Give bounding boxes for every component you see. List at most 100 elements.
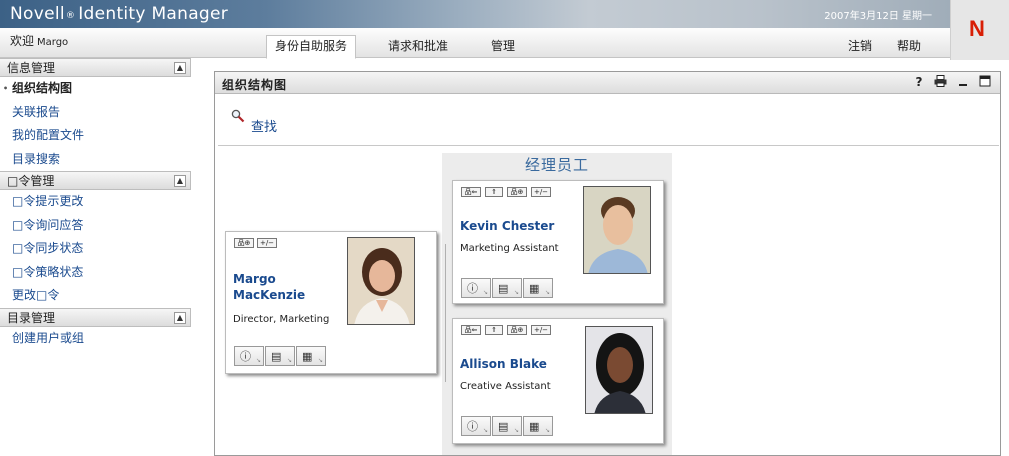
- report-card: 品⇐ ⇑ 品⊕ +/− Kevin Chester Marketing Assi…: [452, 180, 664, 304]
- print-icon[interactable]: [933, 75, 947, 90]
- tab-identity-self-service[interactable]: 身份自助服务: [266, 35, 357, 59]
- app-brand: Novell® Identity Manager: [10, 4, 228, 24]
- report-name[interactable]: Kevin Chester: [460, 218, 554, 234]
- divider: [218, 145, 999, 146]
- show-reports-icon[interactable]: 品⊕: [234, 238, 254, 248]
- sidebar-item-directory-search[interactable]: 目录搜索: [0, 148, 191, 172]
- report-card: 品⇐ ⇑ 品⊕ +/− Allison Blake Creative Assis…: [452, 318, 664, 444]
- submenu-corner-icon: ↘: [482, 289, 488, 296]
- direct-reports-title: 经理员工: [524, 156, 589, 174]
- email-card-icon: ▤: [271, 350, 282, 363]
- show-reports-icon[interactable]: 品⊕: [507, 187, 527, 197]
- info-icon: ⓘ: [467, 420, 478, 433]
- show-manager-icon[interactable]: 品⇐: [461, 187, 481, 197]
- portlet-title: 组织结构图: [222, 78, 288, 92]
- section-title: 目录管理: [7, 310, 56, 325]
- details-button[interactable]: ⓘ ↘: [461, 416, 491, 436]
- manager-card: 品⊕ +/− Margo MacKenzie Director, Marketi…: [225, 231, 437, 374]
- expand-collapse-icon[interactable]: +/−: [531, 325, 551, 335]
- sidebar-item-password-sync-status[interactable]: □令同步状态: [0, 237, 191, 261]
- org-connector-line: [445, 244, 446, 382]
- hierarchy-icon: ▦: [302, 350, 313, 363]
- expand-collapse-icon[interactable]: +/−: [257, 238, 277, 248]
- report-photo: [585, 326, 653, 414]
- sidebar-item-create-user-or-group[interactable]: 创建用户或组: [0, 327, 191, 351]
- submenu-corner-icon: ↘: [255, 357, 261, 364]
- submenu-corner-icon: ↘: [482, 427, 488, 434]
- go-up-icon[interactable]: ⇑: [485, 187, 503, 197]
- submenu-corner-icon: ↘: [544, 427, 550, 434]
- email-button[interactable]: ▤ ↘: [492, 278, 522, 298]
- collapse-icon[interactable]: ▲: [174, 62, 186, 74]
- brand-product: Identity Manager: [78, 4, 229, 24]
- report-photo: [583, 186, 651, 274]
- help-link[interactable]: 帮助: [897, 37, 921, 54]
- tab-administration[interactable]: 管理: [483, 36, 523, 58]
- portlet-titlebar: 组织结构图 ?: [215, 72, 1000, 94]
- report-title: Creative Assistant: [460, 381, 551, 392]
- novell-logo-letter: N: [969, 16, 985, 41]
- email-button[interactable]: ▤ ↘: [265, 346, 295, 366]
- maximize-icon[interactable]: [978, 75, 992, 90]
- email-card-icon: ▤: [498, 282, 509, 295]
- orgchart-actions-button[interactable]: ▦ ↘: [523, 278, 553, 298]
- novell-logo: N: [950, 0, 1009, 60]
- left-sidebar: 信息管理 ▲ 组织结构图 关联报告 我的配置文件 目录搜索 □令管理 ▲ □令提…: [0, 58, 191, 358]
- brand-name: Novell: [10, 4, 65, 24]
- section-title: □令管理: [7, 174, 55, 188]
- brand-registered-mark: ®: [65, 11, 76, 21]
- welcome-text: 欢迎 Margo: [10, 32, 68, 49]
- magnifier-icon: [231, 109, 245, 123]
- search-label: 查找: [251, 120, 278, 135]
- report-title: Marketing Assistant: [460, 243, 559, 254]
- manager-first-name: Margo: [233, 272, 276, 286]
- manager-photo: [347, 237, 415, 325]
- sidebar-item-my-profile[interactable]: 我的配置文件: [0, 124, 191, 148]
- top-banner: Novell® Identity Manager 2007年3月12日 星期一: [0, 0, 950, 28]
- help-icon[interactable]: ?: [912, 75, 926, 90]
- sidebar-section-info-management[interactable]: 信息管理 ▲: [0, 58, 191, 77]
- logout-link[interactable]: 注销: [848, 37, 872, 54]
- submenu-corner-icon: ↘: [513, 427, 519, 434]
- details-button[interactable]: ⓘ ↘: [234, 346, 264, 366]
- minimize-icon[interactable]: [956, 75, 970, 90]
- info-icon: ⓘ: [467, 282, 478, 295]
- submenu-corner-icon: ↘: [544, 289, 550, 296]
- orgchart-actions-button[interactable]: ▦ ↘: [523, 416, 553, 436]
- expand-collapse-icon[interactable]: +/−: [531, 187, 551, 197]
- org-chart-portlet: 组织结构图 ? 查找 经理员工 品⊕ +/− Margo MacKenzie D…: [214, 71, 1001, 456]
- submenu-corner-icon: ↘: [286, 357, 292, 364]
- welcome-username: Margo: [37, 37, 69, 48]
- info-icon: ⓘ: [240, 350, 251, 363]
- navigation-bar: 欢迎 Margo 身份自助服务 请求和批准 管理 注销 帮助: [0, 28, 950, 59]
- sidebar-item-org-chart[interactable]: 组织结构图: [0, 77, 191, 101]
- sidebar-section-password-management[interactable]: □令管理 ▲: [0, 171, 191, 190]
- submenu-corner-icon: ↘: [317, 357, 323, 364]
- sidebar-item-password-challenge[interactable]: □令询问应答: [0, 214, 191, 238]
- collapse-icon[interactable]: ▲: [174, 311, 186, 324]
- orgchart-actions-button[interactable]: ▦ ↘: [296, 346, 326, 366]
- manager-name[interactable]: Margo MacKenzie: [233, 271, 305, 303]
- go-up-icon[interactable]: ⇑: [485, 325, 503, 335]
- tab-requests-approvals[interactable]: 请求和批准: [380, 36, 456, 58]
- report-name[interactable]: Allison Blake: [460, 356, 547, 372]
- collapse-icon[interactable]: ▲: [174, 175, 186, 187]
- hierarchy-icon: ▦: [529, 282, 540, 295]
- email-card-icon: ▤: [498, 420, 509, 433]
- show-reports-icon[interactable]: 品⊕: [507, 325, 527, 335]
- show-manager-icon[interactable]: 品⇐: [461, 325, 481, 335]
- sidebar-item-password-hint-change[interactable]: □令提示更改: [0, 190, 191, 214]
- identity-manager-page: Novell® Identity Manager 2007年3月12日 星期一 N…: [0, 0, 1009, 456]
- manager-last-name: MacKenzie: [233, 288, 306, 302]
- welcome-label: 欢迎: [10, 34, 35, 48]
- details-button[interactable]: ⓘ ↘: [461, 278, 491, 298]
- email-button[interactable]: ▤ ↘: [492, 416, 522, 436]
- current-date: 2007年3月12日 星期一: [824, 11, 932, 22]
- hierarchy-icon: ▦: [529, 420, 540, 433]
- sidebar-item-change-password[interactable]: 更改□令: [0, 284, 191, 308]
- sidebar-item-relationship-report[interactable]: 关联报告: [0, 101, 191, 125]
- manager-title: Director, Marketing: [233, 314, 330, 325]
- sidebar-section-directory-management[interactable]: 目录管理 ▲: [0, 307, 191, 327]
- section-title: 信息管理: [7, 61, 56, 75]
- sidebar-item-password-policy-status[interactable]: □令策略状态: [0, 261, 191, 285]
